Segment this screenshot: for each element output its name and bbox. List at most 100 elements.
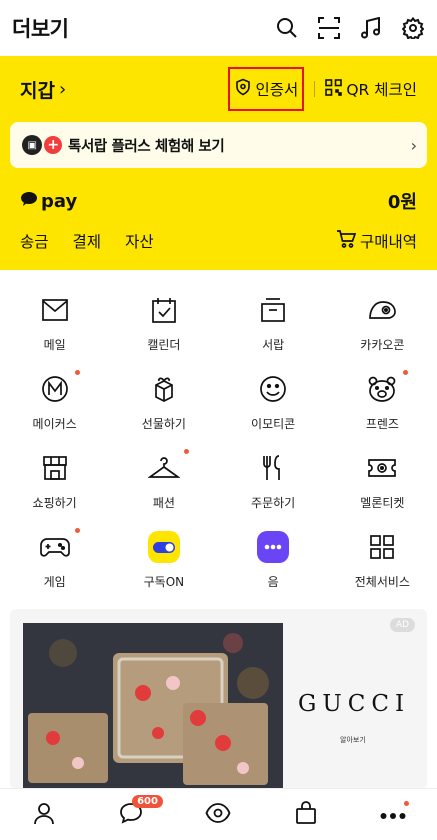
game-icon: [39, 531, 71, 563]
wallet-title: 지갑: [20, 79, 55, 102]
divider: [314, 81, 316, 97]
service-label: 음: [267, 575, 279, 589]
service-item[interactable]: 주문하기: [219, 446, 328, 525]
service-label: 쇼핑하기: [32, 496, 77, 510]
service-grid: 메일 캘린더 서랍 카카오콘메이커스 선물하기 이모티콘 프렌즈쇼핑하기 패션 주문하기 멜론티켓…: [0, 270, 437, 604]
service-item[interactable]: 서랍: [219, 288, 328, 367]
nav-more[interactable]: [373, 795, 413, 835]
all-services-icon: [366, 531, 398, 563]
qr-checkin-button[interactable]: QR 체크인: [325, 78, 417, 100]
wallet-row: 지갑 › 인증서 QR 체크인: [10, 56, 427, 122]
promo-banner[interactable]: ▣ + 톡서랍 플러스 체험해 보기 ›: [10, 122, 427, 168]
settings-icon[interactable]: [401, 16, 425, 40]
plus-icon: +: [44, 136, 62, 154]
makers-icon: [39, 373, 71, 405]
scan-icon[interactable]: [317, 16, 341, 40]
certificate-button[interactable]: 인증서: [227, 67, 305, 111]
pay-tab-payment[interactable]: 결제: [73, 230, 102, 252]
friends-icon: [366, 373, 398, 405]
person-icon: [32, 801, 56, 829]
subscribe-icon: [147, 531, 180, 563]
service-item[interactable]: 캘린더: [109, 288, 218, 367]
service-item[interactable]: 멜론티켓: [328, 446, 437, 525]
chevron-right-icon: ›: [58, 78, 67, 100]
service-item[interactable]: 메이커스: [0, 367, 109, 446]
certificate-label: 인증서: [255, 81, 299, 99]
mail-icon: [39, 294, 71, 326]
purchase-history-button[interactable]: 구매내역: [336, 230, 417, 252]
promo-text: 톡서랍 플러스 체험해 보기: [68, 138, 225, 155]
wallet-actions: 인증서 QR 체크인: [227, 67, 417, 111]
service-label: 캘린더: [147, 338, 181, 352]
notification-dot: [404, 800, 410, 806]
service-item[interactable]: 프렌즈: [328, 367, 437, 446]
more-icon: [380, 805, 406, 824]
ad-cta[interactable]: 알아보기: [340, 735, 366, 745]
top-header: 더보기: [0, 0, 437, 56]
service-item[interactable]: 전체서비스: [328, 525, 437, 604]
ad-tag: AD: [389, 618, 415, 632]
service-item[interactable]: 선물하기: [109, 367, 218, 446]
service-label: 게임: [43, 575, 66, 589]
pay-logo-text: pay: [41, 190, 78, 212]
shopping-bag-icon: [294, 800, 318, 829]
service-item[interactable]: 쇼핑하기: [0, 446, 109, 525]
chat-count-badge: 600: [132, 794, 163, 808]
qr-icon: [325, 78, 343, 100]
shield-icon: [234, 78, 252, 100]
service-label: 멜론티켓: [360, 496, 405, 510]
ad-image: [23, 623, 283, 789]
ad-brand: GUCCI: [298, 691, 411, 717]
service-item[interactable]: 이모티콘: [219, 367, 328, 446]
nav-view[interactable]: [198, 795, 238, 835]
gift-icon: [148, 373, 180, 405]
service-label: 이모티콘: [251, 417, 296, 431]
speech-bubble-icon: [20, 191, 38, 212]
service-label: 카카오콘: [360, 338, 405, 352]
nav-shopping[interactable]: [286, 795, 326, 835]
pay-amount: 0원: [387, 192, 417, 213]
pay-menu: 송금 결제 자산 구매내역: [10, 226, 427, 256]
view-icon: [205, 801, 231, 829]
wallet-section: 지갑 › 인증서 QR 체크인 ▣ + 톡서랍 플러스 체험해 보기 › pay…: [0, 56, 437, 270]
calendar-icon: [148, 294, 180, 326]
search-icon[interactable]: [275, 16, 299, 40]
page-title: 더보기: [12, 17, 69, 41]
pay-tab-send[interactable]: 송금: [20, 230, 49, 252]
service-label: 선물하기: [141, 417, 186, 431]
new-dot: [184, 449, 190, 454]
pay-logo: pay: [20, 191, 77, 212]
service-item[interactable]: 패션: [109, 446, 218, 525]
service-label: 주문하기: [251, 496, 296, 510]
service-label: 메일: [43, 338, 66, 352]
kakaocon-icon: [366, 294, 398, 326]
service-item[interactable]: 음: [219, 525, 328, 604]
pay-row[interactable]: pay 0원: [10, 176, 427, 226]
eum-icon: [257, 531, 290, 563]
header-icons: [275, 16, 425, 40]
new-dot: [75, 528, 80, 533]
nav-chats[interactable]: 600: [111, 794, 163, 835]
service-label: 전체서비스: [354, 575, 410, 589]
service-item[interactable]: 카카오콘: [328, 288, 437, 367]
hanger-icon: [147, 452, 180, 484]
ad-banner[interactable]: GUCCI 알아보기 AD: [10, 609, 427, 789]
new-dot: [402, 370, 408, 375]
service-item[interactable]: 메일: [0, 288, 109, 367]
service-label: 프렌즈: [365, 417, 399, 431]
shop-icon: [39, 452, 71, 484]
order-icon: [257, 452, 289, 484]
service-label: 구독ON: [143, 575, 185, 589]
drawer-badge-icon: ▣: [22, 135, 42, 155]
promo-content: ▣ + 톡서랍 플러스 체험해 보기: [22, 135, 225, 156]
service-item[interactable]: 게임: [0, 525, 109, 604]
emoticon-icon: [257, 373, 289, 405]
new-dot: [75, 370, 80, 375]
nav-friends[interactable]: [24, 795, 64, 835]
pay-tab-assets[interactable]: 자산: [125, 230, 154, 252]
music-icon[interactable]: [359, 16, 383, 40]
qr-checkin-label: QR 체크인: [346, 81, 417, 99]
service-item[interactable]: 구독ON: [109, 525, 218, 604]
wallet-link[interactable]: 지갑 ›: [20, 76, 66, 103]
purchase-history-label: 구매내역: [359, 233, 417, 251]
